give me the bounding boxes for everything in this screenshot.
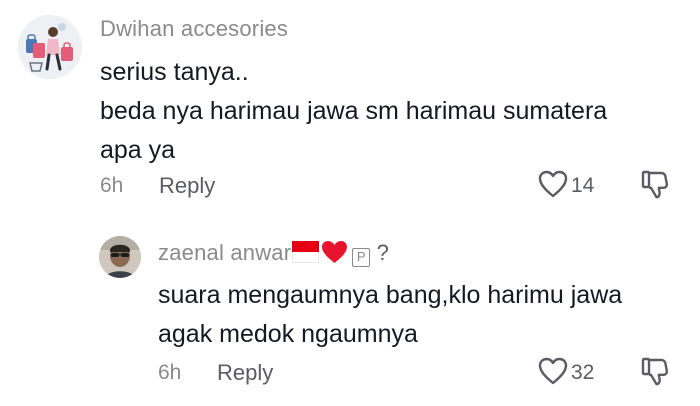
comment-username[interactable]: Dwihan accesories	[100, 16, 288, 42]
dislike-button[interactable]	[641, 357, 669, 387]
reply-button[interactable]: Reply	[217, 360, 273, 386]
reply-button[interactable]: Reply	[159, 173, 215, 199]
heart-outline-icon	[538, 170, 568, 198]
avatar-dwihan[interactable]	[18, 15, 82, 79]
p-badge: P	[352, 248, 371, 267]
like-count: 14	[571, 174, 595, 197]
comment-text: serius tanya.. beda nya harimau jawa sm …	[100, 53, 607, 170]
comment-line: apa ya	[100, 136, 176, 164]
comment-timestamp: 6h	[158, 361, 182, 384]
question-mark: ?	[376, 240, 390, 265]
like-button[interactable]	[538, 170, 568, 198]
reply-header: zaenal anwar P ?	[158, 240, 389, 267]
heart-outline-icon	[538, 357, 568, 385]
comment-text: suara mengaumnya bang,klo harimu jawa ag…	[158, 276, 622, 354]
comment-line: suara mengaumnya bang,klo harimu jawa	[158, 281, 623, 309]
like-count: 32	[571, 361, 595, 384]
shopping-girl-avatar-icon	[18, 15, 82, 79]
comment-line: serius tanya..	[100, 58, 249, 86]
thumbs-down-icon	[641, 170, 669, 199]
comment-line: agak medok ngaumnya	[158, 320, 418, 348]
profile-photo-icon	[99, 236, 141, 278]
comment-username[interactable]: zaenal anwar	[158, 240, 291, 265]
comment-timestamp: 6h	[100, 174, 124, 197]
thumbs-down-icon	[641, 357, 669, 386]
dislike-button[interactable]	[641, 170, 669, 200]
like-button[interactable]	[538, 357, 568, 385]
indonesia-flag-icon	[292, 241, 320, 263]
red-heart-icon	[322, 241, 348, 263]
avatar-zaenal[interactable]	[99, 236, 141, 278]
comment-line: beda nya harimau jawa sm harimau sumater…	[100, 97, 608, 125]
